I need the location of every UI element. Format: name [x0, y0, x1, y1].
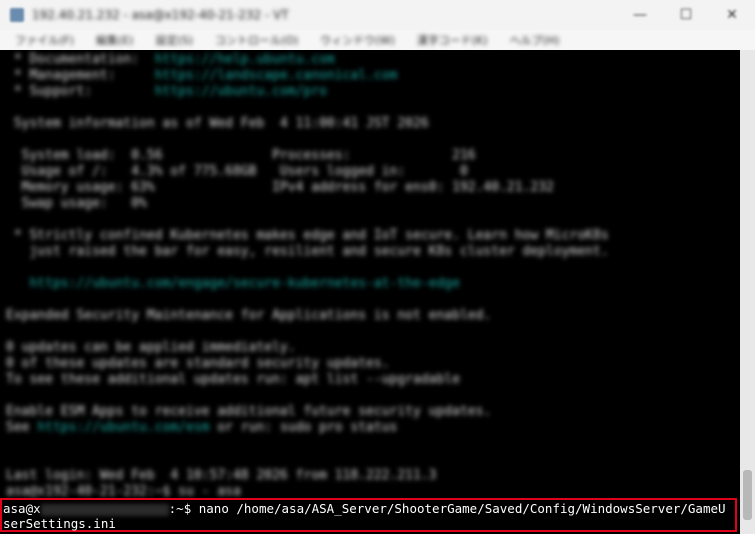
terminal-line-text: See [6, 420, 38, 435]
prompt-command: :~$ nano /home/asa/ASA_Server/ShooterGam… [168, 501, 726, 516]
terminal-line-text: Usage of /: 4.3% of 775.68GB Users logge… [6, 164, 468, 179]
terminal-line-text: * Documentation: [6, 52, 155, 67]
prompt-user: asa@x [3, 501, 41, 516]
terminal-line: System load: 0.56 Processes: 216 [6, 148, 476, 164]
terminal-line-text: * Support: [6, 84, 155, 99]
terminal-line: Memory usage: 63% IPv4 address for ens0:… [6, 180, 554, 196]
terminal-line: 0 of these updates are standard security… [6, 356, 390, 372]
menu-bar: ファイル(F) 編集(E) 設定(S) コントロール(O) ウィンドウ(W) 漢… [0, 30, 755, 50]
menu-edit[interactable]: 編集(E) [85, 32, 145, 48]
terminal-line: * Strictly confined Kubernetes makes edg… [6, 228, 609, 244]
terminal-line: * Support: https://ubuntu.com/pro [6, 84, 327, 100]
menu-help[interactable]: ヘルプ(H) [499, 32, 571, 48]
terminal-line: Last login: Wed Feb 4 10:57:48 2026 from… [6, 468, 436, 484]
terminal-line: * Management: https://landscape.canonica… [6, 68, 398, 84]
terminal-line-text: * Strictly confined Kubernetes makes edg… [6, 228, 609, 243]
terminal-window: 192.40.21.232 - asa@x192-40-21-232 - VT … [0, 0, 755, 534]
terminal-link[interactable]: https://landscape.canonical.com [155, 68, 398, 83]
terminal-link[interactable]: https://ubuntu.com/esm [37, 420, 209, 435]
terminal-line-text: System load: 0.56 Processes: 216 [6, 148, 476, 163]
terminal-line: See https://ubuntu.com/esm or run: sudo … [6, 420, 397, 436]
terminal-line-suffix: or run: sudo pro status [209, 420, 398, 435]
terminal-line-text: just raised the bar for easy, resilient … [6, 244, 609, 259]
terminal-link[interactable]: https://ubuntu.com/engage/secure-kuberne… [29, 276, 459, 291]
terminal-line: System information as of Wed Feb 4 11:00… [6, 116, 429, 132]
terminal-line-text: 0 of these updates are standard security… [6, 356, 390, 371]
close-button[interactable]: ✕ [709, 0, 755, 30]
redacted-hostname [40, 503, 169, 516]
terminal-output: * Documentation: https://help.ubuntu.com… [0, 50, 740, 499]
terminal-line-text: Memory usage: 63% IPv4 address for ens0:… [6, 180, 554, 195]
terminal-line: 0 updates can be applied immediately. [6, 340, 296, 356]
terminal-line: Swap usage: 0% [6, 196, 147, 212]
terminal-line: Usage of /: 4.3% of 775.68GB Users logge… [6, 164, 468, 180]
window-title: 192.40.21.232 - asa@x192-40-21-232 - VT [32, 8, 289, 22]
command-line-wrap: serSettings.ini [3, 516, 116, 531]
title-bar[interactable]: 192.40.21.232 - asa@x192-40-21-232 - VT … [0, 0, 755, 30]
menu-control[interactable]: コントロール(O) [204, 32, 309, 48]
terminal-line: just raised the bar for easy, resilient … [6, 244, 609, 260]
terminal-line: Expanded Security Maintenance for Applic… [6, 308, 491, 324]
minimize-button[interactable]: — [617, 0, 663, 30]
vertical-scrollbar[interactable] [740, 50, 755, 534]
menu-setup[interactable]: 設定(S) [144, 32, 204, 48]
command-line: asa@x :~$ nano /home/asa/ASA_Server/Shoot… [3, 501, 726, 516]
menu-window[interactable]: ウィンドウ(W) [309, 32, 405, 48]
terminal-line-text: asa@x192-40-21-232:~$ su - asa [6, 484, 241, 499]
terminal-line-text: Last login: Wed Feb 4 10:57:48 2026 from… [6, 468, 437, 483]
terminal-line-text [6, 276, 29, 291]
terminal-line-text: * Management: [6, 68, 155, 83]
terminal-line-text: Expanded Security Maintenance for Applic… [6, 308, 492, 323]
window-controls: — ☐ ✕ [617, 0, 755, 30]
terminal-line: To see these additional updates run: apt… [6, 372, 460, 388]
terminal-line-text: System information as of Wed Feb 4 11:00… [6, 116, 429, 131]
terminal-area[interactable]: * Documentation: https://help.ubuntu.com… [0, 50, 740, 534]
menu-file[interactable]: ファイル(F) [4, 32, 85, 48]
menu-kanji[interactable]: 漢字コード(K) [406, 32, 499, 48]
terminal-line: * Documentation: https://help.ubuntu.com [6, 52, 335, 68]
terminal-line-text: To see these additional updates run: apt… [6, 372, 460, 387]
terminal-line-text: 0 updates can be applied immediately. [6, 340, 296, 355]
command-highlight: asa@x :~$ nano /home/asa/ASA_Server/Shoot… [0, 498, 737, 532]
scrollbar-thumb[interactable] [743, 470, 752, 520]
terminal-link[interactable]: https://help.ubuntu.com [155, 52, 335, 67]
terminal-link[interactable]: https://ubuntu.com/pro [155, 84, 327, 99]
terminal-line-text: Swap usage: 0% [6, 196, 147, 211]
app-icon [10, 8, 24, 22]
terminal-line: https://ubuntu.com/engage/secure-kuberne… [6, 276, 459, 292]
terminal-line-text: Enable ESM Apps to receive additional fu… [6, 404, 492, 419]
terminal-line: Enable ESM Apps to receive additional fu… [6, 404, 491, 420]
maximize-button[interactable]: ☐ [663, 0, 709, 30]
